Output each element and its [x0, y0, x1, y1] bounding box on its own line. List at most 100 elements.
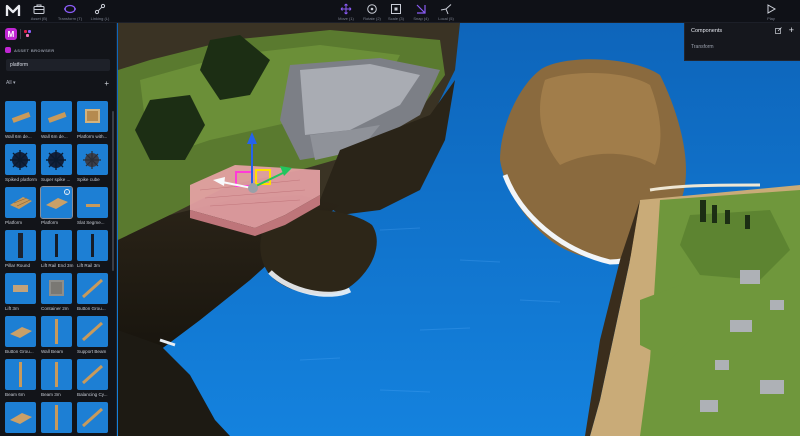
- linking-mode-label: Linking (L): [90, 16, 110, 21]
- asset-tile[interactable]: Support Beam: [77, 316, 110, 357]
- asset-filter-bar: All ▾ +: [0, 76, 116, 90]
- play-button[interactable]: Play: [762, 0, 780, 23]
- asset-name: Platform with...: [77, 134, 108, 139]
- asset-tile[interactable]: [77, 402, 110, 436]
- asset-browser-title: ASSET BROWSER: [0, 45, 116, 55]
- asset-thumbnail: [41, 316, 72, 347]
- asset-name: Spiked platform: [5, 177, 37, 182]
- asset-mode-label: Asset (B): [30, 16, 48, 21]
- move-tool-label: Move (1): [338, 16, 354, 21]
- asset-tile[interactable]: Beam 3m: [41, 359, 74, 400]
- app-logo-icon[interactable]: [5, 3, 21, 19]
- asset-tile[interactable]: Spiked platform: [5, 144, 38, 185]
- play-label: Play: [767, 16, 775, 21]
- asset-name: Beam 3m: [41, 392, 61, 397]
- asset-tile[interactable]: [5, 402, 38, 436]
- asset-thumbnail: [5, 316, 36, 347]
- linking-mode-button[interactable]: Linking (L): [87, 0, 113, 23]
- local-space-button[interactable]: Local (5): [435, 0, 457, 23]
- transform-mode-button[interactable]: Transform (T): [55, 0, 85, 23]
- asset-name: Lift Rail End 3m: [41, 263, 74, 268]
- asset-tile[interactable]: Lift Rail End 3m: [41, 230, 74, 271]
- rotate-icon: [365, 2, 379, 16]
- asset-tile[interactable]: Lift Rail 3m: [77, 230, 110, 271]
- asset-thumbnail: [77, 402, 108, 433]
- snap-toggle-label: Snap (4): [413, 16, 429, 21]
- header-divider: [20, 29, 21, 39]
- asset-search-input[interactable]: platform: [6, 59, 110, 71]
- asset-thumbnail: [77, 230, 108, 261]
- play-icon: [764, 2, 778, 16]
- asset-tile[interactable]: Wall 6m de...: [5, 101, 38, 142]
- snap-toggle-button[interactable]: Snap (4): [409, 0, 433, 23]
- asset-tile[interactable]: Lift 3m: [5, 273, 38, 314]
- component-item-transform[interactable]: Transform: [685, 44, 800, 50]
- asset-thumbnail: [41, 101, 72, 132]
- asset-grid-scrollbar[interactable]: [112, 111, 114, 271]
- asset-tile[interactable]: Wall 6m de...: [41, 101, 74, 142]
- rotate-tool-label: Rotate (2): [363, 16, 381, 21]
- filter-dropdown-label: All: [6, 80, 12, 86]
- add-asset-button[interactable]: +: [104, 79, 109, 88]
- asset-thumbnail: [77, 101, 108, 132]
- asset-thumbnail: [77, 359, 108, 390]
- asset-thumbnail: [5, 230, 36, 261]
- asset-tile[interactable]: Spike cube: [77, 144, 110, 185]
- asset-name: Lift Rail 3m: [77, 263, 100, 268]
- asset-thumbnail: [41, 230, 72, 261]
- scale-tool-label: Scale (3): [387, 16, 404, 21]
- asset-thumbnail: [41, 359, 72, 390]
- asset-tile[interactable]: Button Grou...: [5, 316, 38, 357]
- asset-name: Container 2m: [41, 306, 69, 311]
- asset-name: Platform: [41, 220, 59, 225]
- edit-component-icon[interactable]: [774, 27, 782, 34]
- asset-name: Beam 6m: [5, 392, 25, 397]
- move-icon: [339, 2, 353, 16]
- transform-gizmo-icon: [63, 2, 77, 16]
- asset-library-icon[interactable]: [24, 30, 32, 38]
- asset-thumbnail: [5, 101, 36, 132]
- asset-name: Button Grou...: [77, 306, 106, 311]
- asset-thumbnail: [77, 187, 108, 218]
- asset-name: Button Grou...: [5, 349, 34, 354]
- asset-thumbnail: [5, 402, 36, 433]
- components-title: Components: [691, 28, 723, 34]
- transform-mode-label: Transform (T): [57, 16, 83, 21]
- asset-tile[interactable]: Container 2m: [41, 273, 74, 314]
- asset-tile[interactable]: Wall Beam: [41, 316, 74, 357]
- filter-dropdown[interactable]: All ▾: [6, 80, 15, 86]
- components-header: Components +: [685, 23, 800, 39]
- asset-tile[interactable]: [41, 402, 74, 436]
- asset-name: Wall Beam: [41, 349, 64, 354]
- asset-tile[interactable]: Beam 6m: [5, 359, 38, 400]
- asset-thumbnail: [41, 144, 72, 175]
- asset-info-icon[interactable]: i: [64, 189, 70, 195]
- app-badge-icon[interactable]: M: [5, 28, 17, 40]
- scale-tool-button[interactable]: Scale (3): [385, 0, 407, 23]
- asset-tile[interactable]: Balancing Cy...: [77, 359, 110, 400]
- asset-tile[interactable]: Platform: [5, 187, 38, 228]
- rotate-tool-button[interactable]: Rotate (2): [360, 0, 384, 23]
- briefcase-icon: [32, 2, 46, 16]
- asset-thumbnail: [77, 316, 108, 347]
- asset-name: Balancing Cy...: [77, 392, 108, 397]
- asset-name: Lift 3m: [5, 306, 19, 311]
- asset-tile[interactable]: Super spike ...: [41, 144, 74, 185]
- asset-name: Wall 6m de...: [41, 134, 68, 139]
- asset-name: Platform: [5, 220, 23, 225]
- asset-tile[interactable]: Slat Segme...: [77, 187, 110, 228]
- asset-tile[interactable]: Platform with...: [77, 101, 110, 142]
- move-tool-button[interactable]: Move (1): [335, 0, 357, 23]
- link-nodes-icon: [93, 2, 107, 16]
- asset-browser-title-text: ASSET BROWSER: [14, 47, 55, 53]
- asset-tile[interactable]: i Platform: [40, 186, 74, 228]
- scene-viewport[interactable]: [0, 0, 800, 436]
- asset-tile[interactable]: Pillar Round: [5, 230, 38, 271]
- asset-thumbnail: [5, 273, 36, 304]
- asset-thumbnail: [41, 402, 72, 433]
- asset-tile[interactable]: Button Grou...: [77, 273, 110, 314]
- add-component-button[interactable]: +: [789, 26, 794, 35]
- chevron-down-icon: ▾: [12, 80, 16, 86]
- asset-thumbnail: [5, 144, 36, 175]
- asset-mode-button[interactable]: Asset (B): [27, 0, 51, 23]
